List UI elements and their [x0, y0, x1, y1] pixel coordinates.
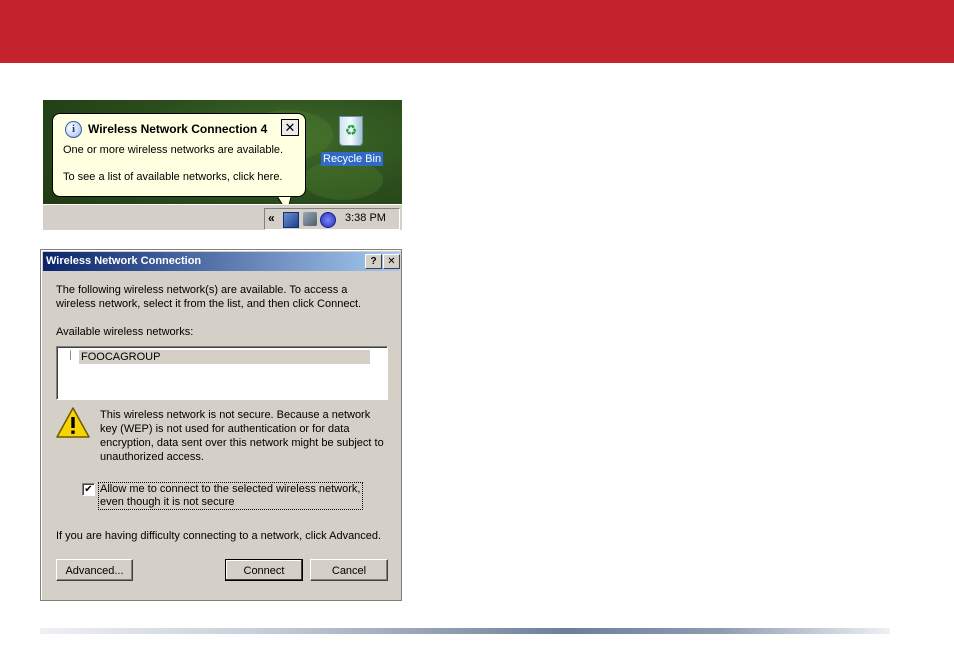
intro-line: wireless network, select it from the lis… [56, 298, 362, 310]
list-item[interactable]: ᛁ FOOCAGROUP [65, 350, 370, 364]
dialog-title: Wireless Network Connection [46, 255, 202, 267]
recycle-bin[interactable]: ♻ Recycle Bin [321, 112, 385, 172]
dialog-titlebar[interactable]: Wireless Network Connection ? ✕ [43, 252, 400, 271]
network-antenna-icon: ᛁ [67, 350, 74, 362]
tray-expand-chevron-icon[interactable]: « [268, 211, 275, 225]
dialog-close-button[interactable]: ✕ [383, 254, 400, 269]
header-banner [0, 0, 954, 63]
tray-clock[interactable]: 3:38 PM [345, 212, 386, 224]
taskbar: « 3:38 PM [43, 204, 402, 230]
recycle-bin-icon: ♻ [339, 116, 363, 146]
info-icon: i [65, 121, 82, 138]
difficulty-hint: If you are having difficulty connecting … [56, 530, 382, 542]
warning-line: unauthorized access. [100, 451, 204, 463]
cancel-button[interactable]: Cancel [310, 559, 388, 581]
desktop-notification-screenshot: ♻ Recycle Bin i Wireless Network Connect… [43, 100, 402, 230]
help-button[interactable]: ? [365, 254, 382, 269]
warning-line: encryption, data sent over this network … [100, 437, 384, 449]
allow-line: Allow me to connect to the selected wire… [100, 483, 361, 495]
wireless-network-dialog: Wireless Network Connection ? ✕ The foll… [40, 249, 402, 601]
warning-icon [56, 407, 90, 438]
network-connections-icon[interactable] [303, 212, 317, 226]
notification-message: One or more wireless networks are availa… [63, 144, 284, 156]
allow-insecure-checkbox[interactable]: ✔ [82, 483, 95, 496]
intro-line: The following wireless network(s) are av… [56, 284, 348, 296]
networks-label: Available wireless networks: [56, 326, 194, 338]
network-name: FOOCAGROUP [79, 350, 370, 364]
warning-line: This wireless network is not secure. Bec… [100, 409, 371, 421]
wireless-network-icon[interactable] [283, 212, 299, 228]
recycle-bin-label: Recycle Bin [321, 152, 384, 166]
allow-line: even though it is not secure [100, 496, 235, 508]
security-warning: This wireless network is not secure. Bec… [100, 408, 384, 464]
warning-line: key (WEP) is not used for authentication… [100, 423, 350, 435]
close-icon[interactable]: ✕ [281, 119, 299, 136]
allow-insecure-label[interactable]: Allow me to connect to the selected wire… [98, 482, 363, 510]
system-tray: « 3:38 PM [264, 208, 400, 230]
footer-gradient-rule [40, 628, 890, 634]
notification-balloon[interactable]: i Wireless Network Connection 4 ✕ One or… [52, 113, 306, 197]
security-tray-icon[interactable] [320, 212, 336, 228]
notification-hint[interactable]: To see a list of available networks, cli… [63, 171, 283, 183]
advanced-button[interactable]: Advanced... [56, 559, 133, 581]
notification-title: Wireless Network Connection 4 [88, 122, 268, 136]
connect-button[interactable]: Connect [225, 559, 303, 581]
dialog-intro: The following wireless network(s) are av… [56, 283, 361, 311]
network-list[interactable]: ᛁ FOOCAGROUP [56, 346, 388, 400]
